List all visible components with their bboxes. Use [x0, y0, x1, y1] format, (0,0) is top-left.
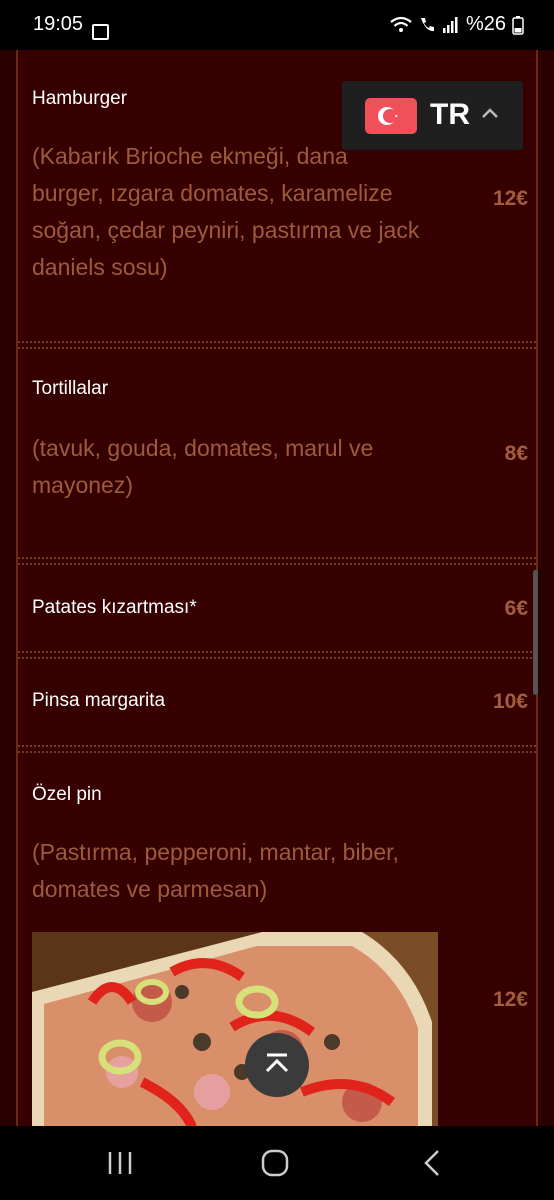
- signal-icon: [442, 16, 458, 33]
- status-bar: 19:05 %26: [0, 0, 554, 50]
- battery-percent: %26: [465, 13, 506, 35]
- pizza-image: [32, 932, 438, 1126]
- menu-item-name: Patates kızartması*: [32, 597, 197, 618]
- system-nav-bar: [0, 1126, 554, 1200]
- menu-item-name: Pinsa margarita: [32, 690, 166, 711]
- divider: [18, 563, 536, 565]
- arrow-up-icon: [265, 1053, 289, 1073]
- menu-item-name: Tortillalar: [32, 378, 109, 399]
- divider: [18, 557, 536, 559]
- turkey-flag-icon: [365, 98, 417, 134]
- image-notification-icon: [92, 24, 109, 40]
- language-code: TR: [430, 98, 470, 131]
- menu-item: Tortillalar (tavuk, gouda, domates, maru…: [18, 350, 536, 556]
- menu-item-description: (Pastırma, pepperoni, mantar, biber, dom…: [32, 839, 399, 902]
- menu-item-price: 8€: [504, 442, 528, 465]
- menu-item: Patates kızartması* 6€: [18, 566, 536, 652]
- scroll-to-top-button[interactable]: [245, 1033, 309, 1097]
- status-time: 19:05: [33, 13, 84, 35]
- recent-apps-icon[interactable]: [105, 1148, 135, 1178]
- divider: [18, 651, 536, 653]
- scrollbar[interactable]: [533, 570, 538, 695]
- menu-item: Pinsa margarita 10€: [18, 660, 536, 746]
- divider: [18, 347, 536, 349]
- menu-item-price: 10€: [492, 690, 528, 713]
- wifi-icon: [390, 16, 412, 32]
- menu-item-price: 12€: [492, 988, 528, 1011]
- menu-panel: Hamburger (Kabarık Brioche ekmeği, dana …: [16, 50, 538, 1126]
- call-icon: [420, 17, 434, 31]
- home-icon[interactable]: [260, 1148, 290, 1178]
- language-selector[interactable]: TR: [342, 81, 523, 150]
- divider: [18, 745, 536, 747]
- back-icon[interactable]: [418, 1148, 448, 1178]
- menu-item-description: (tavuk, gouda, domates, marul ve mayonez…: [32, 435, 374, 498]
- status-icons: %26: [390, 13, 524, 36]
- chevron-up-icon: [482, 108, 498, 118]
- divider: [18, 751, 536, 753]
- menu-item-price: 12€: [492, 187, 528, 210]
- page-content[interactable]: Hamburger (Kabarık Brioche ekmeği, dana …: [0, 50, 554, 1126]
- menu-item-name: Hamburger: [32, 88, 128, 109]
- menu-item-price: 6€: [504, 597, 528, 620]
- divider: [18, 341, 536, 343]
- battery-icon: [512, 15, 524, 35]
- menu-item-description: (Kabarık Brioche ekmeği, dana burger, ız…: [32, 143, 420, 280]
- divider: [18, 657, 536, 659]
- menu-item-name: Özel pin: [32, 784, 102, 805]
